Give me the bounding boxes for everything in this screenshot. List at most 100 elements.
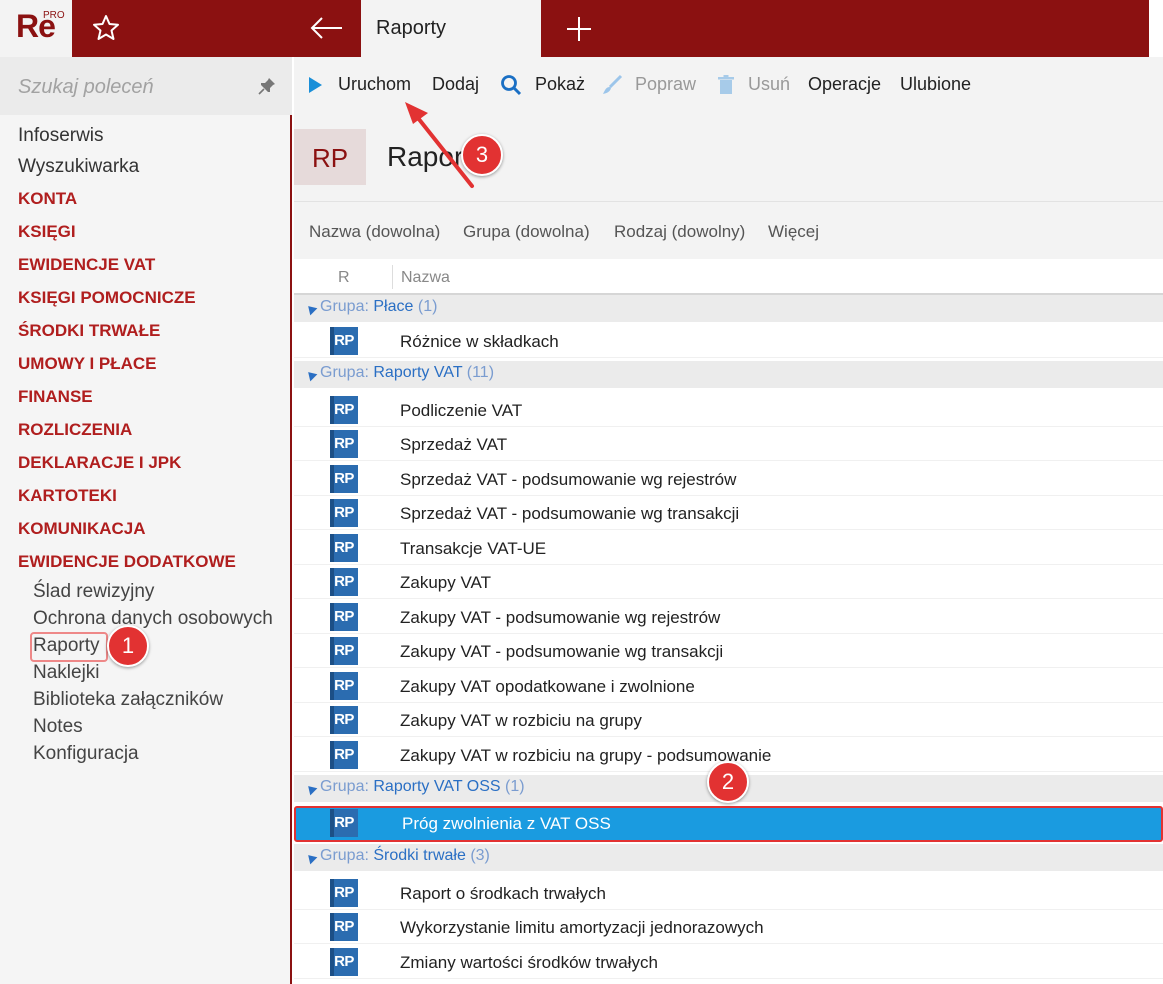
report-name: Raport o środkach trwałych	[400, 884, 606, 903]
star-icon[interactable]	[90, 12, 122, 44]
table-row[interactable]: RP Różnice w składkach	[294, 324, 1163, 358]
table-row[interactable]: RP Podliczenie VAT	[294, 393, 1163, 427]
sidebar-category-konta[interactable]: KONTA	[18, 189, 77, 209]
pin-icon[interactable]	[258, 77, 276, 95]
table-row[interactable]: RP Zakupy VAT - podsumowanie wg transakcj…	[294, 634, 1163, 668]
report-icon: RP	[330, 430, 358, 458]
sidebar-category-kartoteki[interactable]: KARTOTEKI	[18, 486, 117, 506]
sidebar-category-ksiegi-pomocnicze[interactable]: KSIĘGI POMOCNICZE	[18, 288, 196, 308]
sidebar-subitem-notes[interactable]: Notes	[33, 716, 83, 738]
table-row[interactable]: RP Zakupy VAT opodatkowane i zwolnione	[294, 669, 1163, 703]
favorites-button[interactable]: Ulubione	[900, 74, 971, 95]
report-icon: RP	[330, 879, 358, 907]
table-row[interactable]: RP Sprzedaż VAT	[294, 427, 1163, 461]
group-name: Środki trwałe	[373, 847, 466, 864]
sidebar-item-wyszukiwarka[interactable]: Wyszukiwarka	[18, 156, 139, 178]
sidebar-subitem-konfiguracja[interactable]: Konfiguracja	[33, 743, 139, 765]
column-name[interactable]: Nazwa	[401, 269, 450, 287]
sidebar-category-komunikacja[interactable]: KOMUNIKACJA	[18, 519, 146, 539]
table-row[interactable]: RP Zakupy VAT	[294, 565, 1163, 599]
table-row[interactable]: RP Raport o środkach trwałych	[294, 876, 1163, 910]
operations-button[interactable]: Operacje	[808, 74, 881, 95]
sidebar-category-deklaracje-i-jpk[interactable]: DEKLARACJE I JPK	[18, 453, 181, 473]
sidebar-category-ewidencje-vat[interactable]: EWIDENCJE VAT	[18, 255, 155, 275]
sidebar-subitem-ochrona-danych[interactable]: Ochrona danych osobowych	[33, 608, 273, 630]
table-row[interactable]: RP Sprzedaż VAT - podsumowanie wg transak…	[294, 496, 1163, 530]
collapse-triangle-icon[interactable]	[304, 782, 318, 796]
delete-button[interactable]: Usuń	[748, 74, 790, 95]
sidebar-subitem-slad-rewizyjny[interactable]: Ślad rewizyjny	[33, 581, 154, 603]
add-button[interactable]: Dodaj	[432, 74, 479, 95]
sidebar-item-infoserwis[interactable]: Infoserwis	[18, 125, 104, 147]
sidebar-category-finanse[interactable]: FINANSE	[18, 387, 93, 407]
callout-3: 3	[461, 134, 503, 176]
collapse-triangle-icon[interactable]	[304, 368, 318, 382]
brush-icon	[603, 74, 623, 94]
table-row[interactable]: RP Wykorzystanie limitu amortyzacji jedno…	[294, 910, 1163, 944]
sidebar-category-ewidencje-dodatkowe[interactable]: EWIDENCJE DODATKOWE	[18, 552, 236, 572]
group-label: Grupa:	[320, 364, 369, 381]
table-row-selected[interactable]: RP Próg zwolnienia z VAT OSS	[294, 806, 1163, 842]
sidebar-subitem-naklejki[interactable]: Naklejki	[33, 662, 100, 684]
group-label: Grupa:	[320, 298, 369, 315]
sidebar-category-umowy-i-place[interactable]: UMOWY I PŁACE	[18, 354, 157, 374]
filter-bar: Nazwa (dowolna) Grupa (dowolna) Rodzaj (…	[294, 201, 1163, 259]
report-name: Transakcje VAT-UE	[400, 539, 547, 558]
sidebar-subitem-biblioteka[interactable]: Biblioteka załączników	[33, 689, 223, 711]
group-count: (11)	[466, 364, 495, 381]
report-name: Próg zwolnienia z VAT OSS	[402, 814, 611, 833]
search-input[interactable]	[18, 71, 248, 103]
report-name: Sprzedaż VAT	[400, 435, 508, 454]
plus-icon[interactable]	[564, 14, 594, 44]
report-name: Zakupy VAT - podsumowanie wg transakcji	[400, 642, 724, 661]
play-icon[interactable]	[306, 76, 324, 94]
table-row[interactable]: RP Zakupy VAT - podsumowanie wg rejestrów	[294, 600, 1163, 634]
filter-type[interactable]: Rodzaj (dowolny)	[614, 222, 745, 242]
report-icon: RP	[330, 809, 358, 837]
column-separator[interactable]	[392, 265, 393, 289]
group-count: (3)	[470, 847, 490, 864]
tab-raporty[interactable]: Raporty	[361, 0, 541, 57]
report-icon: RP	[330, 396, 358, 424]
group-header-raporty-vat[interactable]: Grupa: Raporty VAT (11)	[294, 361, 1163, 388]
collapse-triangle-icon[interactable]	[304, 851, 318, 865]
table-row[interactable]: RP Sprzedaż VAT - podsumowanie wg rejestr…	[294, 462, 1163, 496]
collapse-triangle-icon[interactable]	[304, 302, 318, 316]
highlight-raporty	[30, 632, 108, 662]
app-logo[interactable]: Re PRO	[0, 0, 72, 57]
callout-2: 2	[707, 761, 749, 803]
report-icon: RP	[330, 465, 358, 493]
table-row[interactable]: RP Zakupy VAT w rozbiciu na grupy	[294, 703, 1163, 737]
page-header: RP Raporty	[294, 113, 1163, 201]
table-row[interactable]: RP Transakcje VAT-UE	[294, 531, 1163, 565]
group-name: Płace	[373, 298, 414, 315]
show-button[interactable]: Pokaż	[535, 74, 585, 95]
filter-group[interactable]: Grupa (dowolna)	[463, 222, 590, 242]
edit-button[interactable]: Popraw	[635, 74, 696, 95]
report-icon: RP	[330, 327, 358, 355]
column-r[interactable]: R	[338, 269, 350, 287]
callout-1: 1	[107, 625, 149, 667]
group-header-place[interactable]: Grupa: Płace (1)	[294, 295, 1163, 322]
trash-icon	[718, 75, 734, 94]
group-count: (1)	[417, 298, 438, 315]
group-title: Grupa: Płace (1)	[320, 298, 437, 316]
sidebar-category-ksiegi[interactable]: KSIĘGI	[18, 222, 76, 242]
sidebar-category-rozliczenia[interactable]: ROZLICZENIA	[18, 420, 132, 440]
logo-badge: PRO	[43, 10, 65, 21]
group-title: Grupa: Raporty VAT OSS (1)	[320, 778, 525, 796]
report-icon: RP	[330, 534, 358, 562]
group-header-srodki-trwale[interactable]: Grupa: Środki trwałe (3)	[294, 844, 1163, 871]
report-name: Różnice w składkach	[400, 332, 559, 351]
filter-name[interactable]: Nazwa (dowolna)	[309, 222, 440, 242]
run-button[interactable]: Uruchom	[338, 74, 411, 95]
back-arrow-icon[interactable]	[308, 12, 346, 44]
filter-more[interactable]: Więcej	[768, 222, 819, 242]
report-icon: RP	[330, 568, 358, 596]
report-name: Zakupy VAT opodatkowane i zwolnione	[400, 677, 695, 696]
sidebar-category-srodki-trwale[interactable]: ŚRODKI TRWAŁE	[18, 321, 160, 341]
search-icon[interactable]	[500, 74, 522, 96]
report-name: Zakupy VAT w rozbiciu na grupy - podsumo…	[400, 746, 772, 765]
report-icon: RP	[330, 603, 358, 631]
table-row[interactable]: RP Zmiany wartości środków trwałych	[294, 945, 1163, 979]
